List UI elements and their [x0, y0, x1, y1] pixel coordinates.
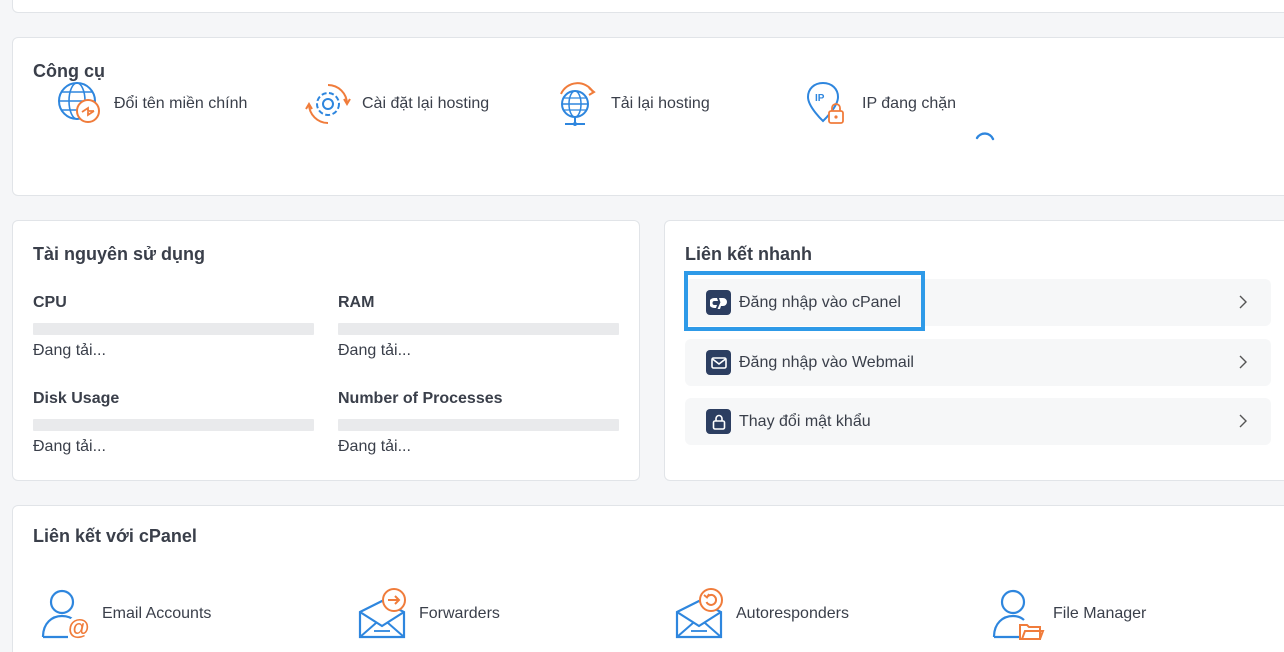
tool-label: Tải lại hosting	[611, 95, 710, 112]
chevron-right-icon	[1239, 355, 1247, 374]
quick-link-label: Đăng nhập vào cPanel	[739, 293, 901, 311]
globe-swap-icon	[56, 80, 104, 128]
lock-icon	[706, 409, 731, 434]
tool-reload-hosting[interactable]: Tải lại hosting	[553, 80, 710, 128]
tool-change-primary-domain[interactable]: Đổi tên miền chính	[56, 80, 247, 128]
globe-reload-icon	[553, 80, 601, 128]
quick-link-label: Đăng nhập vào Webmail	[739, 353, 914, 371]
cpanel-link-label: File Manager	[1053, 605, 1147, 622]
svg-text:IP: IP	[815, 93, 825, 104]
chevron-right-icon	[1239, 414, 1247, 433]
tool-label: IP đang chặn	[862, 95, 957, 112]
quick-link-change-password[interactable]: Thay đổi mật khẩu	[685, 398, 1271, 445]
cpanel-link-file-manager[interactable]: File Manager	[991, 587, 1146, 641]
ip-pin-lock-icon: IP	[804, 80, 852, 128]
disk-usage-bar	[33, 419, 314, 431]
cpanel-link-label: Autoresponders	[736, 605, 849, 622]
cpanel-link-forwarders[interactable]: Forwarders	[357, 587, 500, 641]
processes-label: Number of Processes	[338, 390, 503, 407]
top-card	[12, 0, 1284, 13]
cpanel-link-label: Email Accounts	[102, 605, 212, 622]
disk-usage-status: Đang tải...	[33, 438, 106, 455]
tools-title: Công cụ	[33, 61, 105, 81]
disk-usage-label: Disk Usage	[33, 390, 120, 407]
cpanel-link-email-accounts[interactable]: @ Email Accounts	[40, 587, 211, 641]
cpu-status: Đang tải...	[33, 342, 106, 359]
processes-status: Đang tải...	[338, 438, 411, 455]
tool-label: Đổi tên miền chính	[114, 95, 248, 112]
ram-status: Đang tải...	[338, 342, 411, 359]
cpanel-link-label: Forwarders	[419, 605, 500, 622]
loading-spinner-icon	[974, 129, 996, 151]
tool-label: Cài đặt lại hosting	[362, 95, 490, 112]
user-email-icon: @	[40, 587, 94, 641]
cpu-bar	[33, 323, 314, 335]
cpu-label: CPU	[33, 294, 67, 311]
processes-bar	[338, 419, 619, 431]
user-folder-icon	[991, 587, 1045, 641]
resources-title: Tài nguyên sử dụng	[33, 244, 206, 264]
envelope-icon	[706, 350, 731, 375]
svg-text:@: @	[68, 615, 89, 640]
quick-links-title: Liên kết nhanh	[685, 244, 813, 264]
quick-link-cpanel-login[interactable]: Đăng nhập vào cPanel	[685, 279, 1271, 326]
cpanel-link-autoresponders[interactable]: Autoresponders	[674, 587, 849, 641]
quick-link-label: Thay đổi mật khẩu	[739, 412, 871, 430]
chevron-right-icon	[1239, 295, 1247, 314]
gear-refresh-icon	[304, 80, 352, 128]
mail-forward-icon	[357, 587, 411, 641]
ram-label: RAM	[338, 294, 375, 311]
tool-reinstall-hosting[interactable]: Cài đặt lại hosting	[304, 80, 489, 128]
cpanel-links-title: Liên kết với cPanel	[33, 526, 197, 546]
mail-autoresponder-icon	[674, 587, 728, 641]
ram-bar	[338, 323, 619, 335]
quick-link-webmail-login[interactable]: Đăng nhập vào Webmail	[685, 339, 1271, 386]
tool-blocked-ip[interactable]: IP IP đang chặn	[804, 80, 956, 128]
cpanel-icon	[706, 290, 731, 315]
